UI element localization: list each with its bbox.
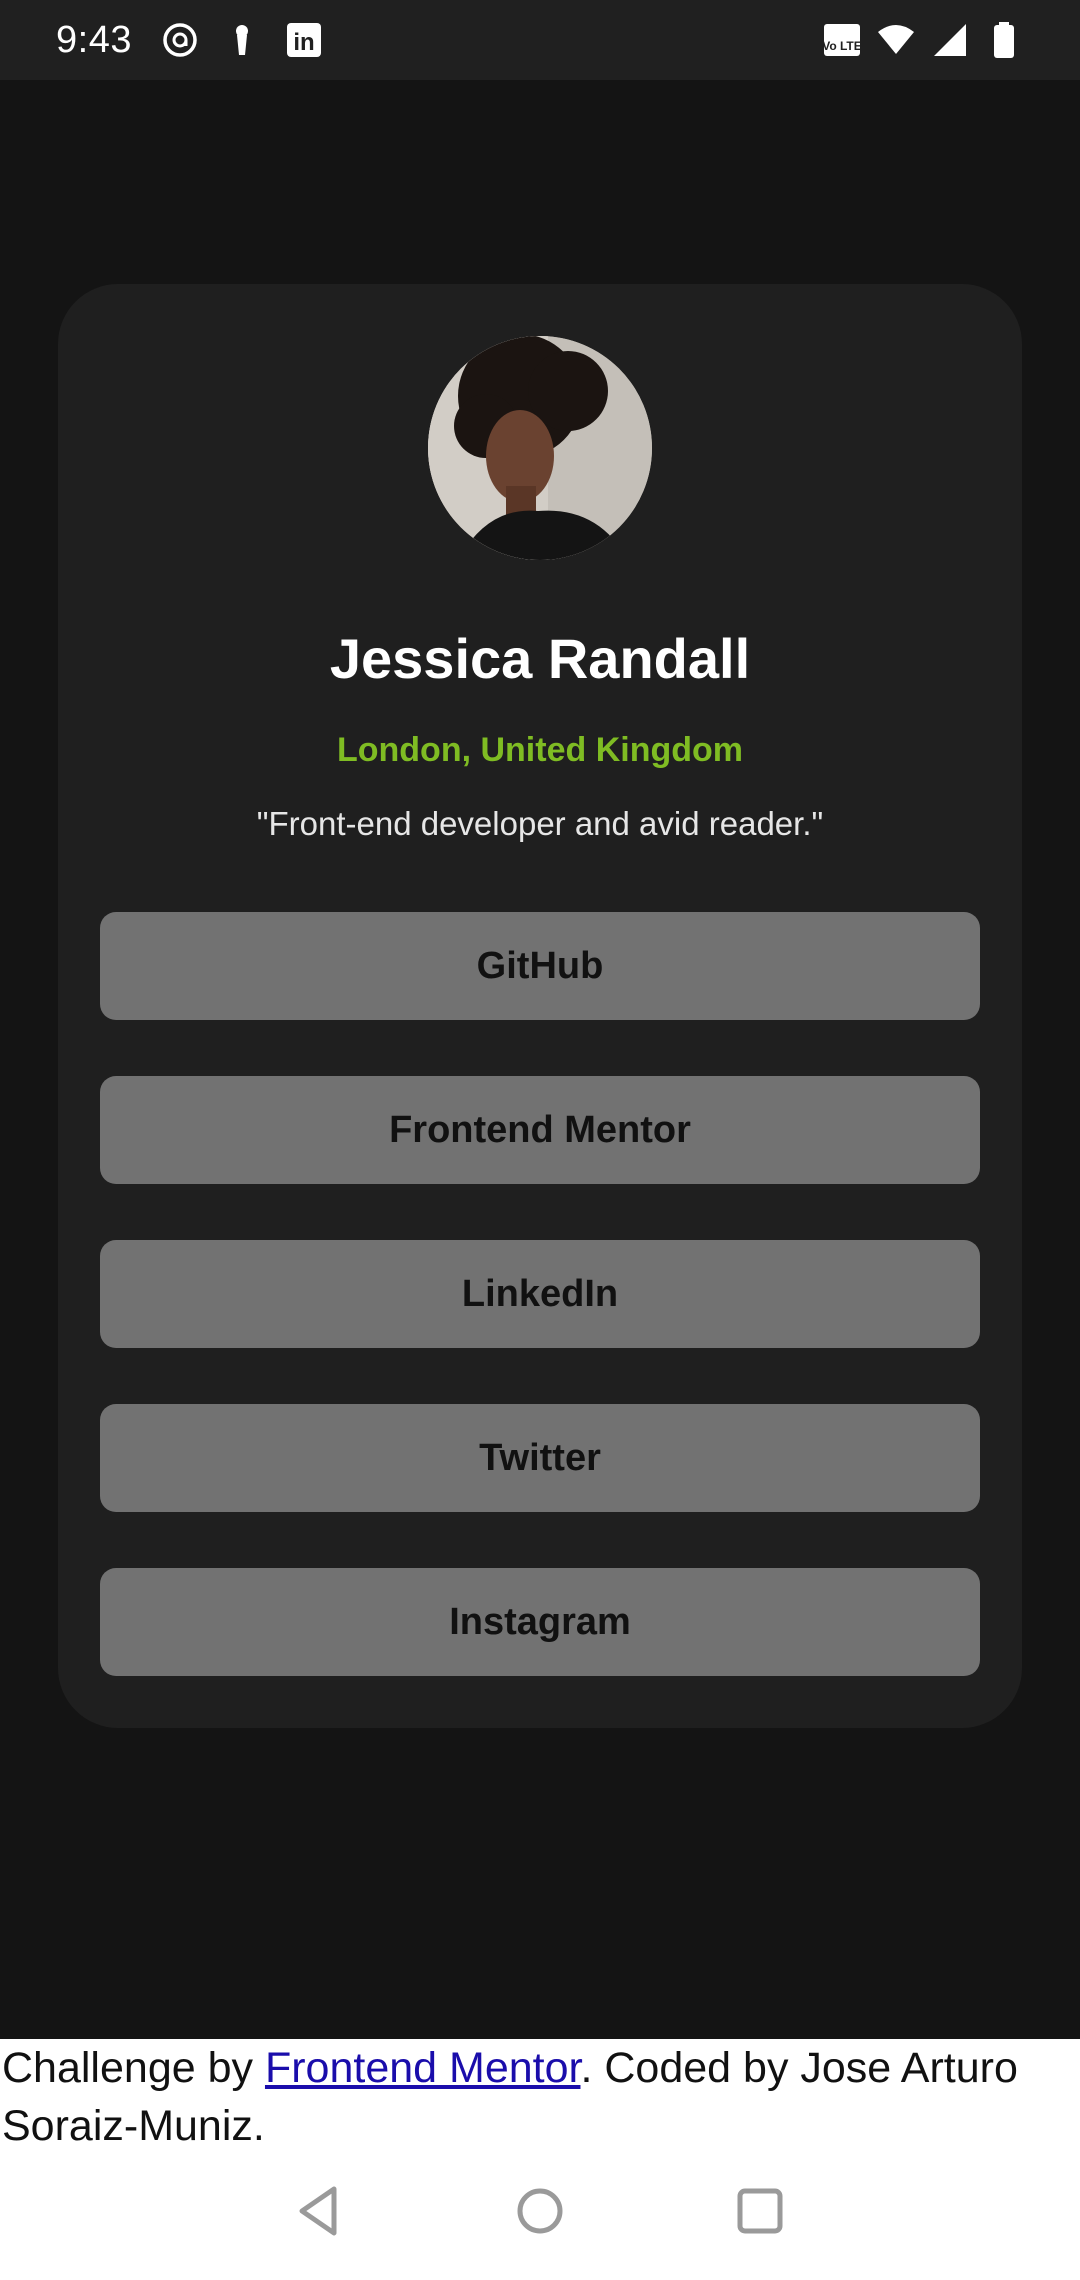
app-content: Jessica Randall London, United Kingdom "… — [0, 80, 1080, 2040]
signal-icon — [930, 20, 970, 60]
status-bar: 9:43 in Vo LTE — [0, 0, 1080, 80]
profile-bio: "Front-end developer and avid reader." — [256, 805, 824, 842]
linkedin-link-button[interactable]: LinkedIn — [100, 1240, 980, 1348]
avatar — [428, 336, 652, 560]
profile-card: Jessica Randall London, United Kingdom "… — [58, 284, 1022, 1728]
back-icon[interactable] — [285, 2176, 355, 2246]
avatar-image — [428, 336, 652, 560]
volte-icon-text: Vo LTE — [822, 39, 862, 53]
wifi-icon — [876, 20, 916, 60]
attribution: Challenge by Frontend Mentor. Coded by J… — [0, 2039, 1080, 2142]
twitter-link-button[interactable]: Twitter — [100, 1404, 980, 1512]
linkedin-icon-text: in — [293, 29, 314, 56]
keyhole-icon — [222, 20, 262, 60]
instagram-link-button[interactable]: Instagram — [100, 1568, 980, 1676]
attribution-prefix: Challenge by — [2, 2044, 265, 2092]
social-links: GitHub Frontend Mentor LinkedIn Twitter … — [100, 912, 980, 1732]
volte-icon: Vo LTE — [822, 20, 862, 60]
profile-name: Jessica Randall — [329, 627, 751, 690]
status-time: 9:43 — [56, 18, 132, 61]
github-link-button[interactable]: GitHub — [100, 912, 980, 1020]
frontend-mentor-link-button[interactable]: Frontend Mentor — [100, 1076, 980, 1184]
navigation-bar — [0, 2142, 1080, 2280]
frontend-mentor-attribution-link[interactable]: Frontend Mentor — [265, 2044, 581, 2092]
recents-icon[interactable] — [725, 2176, 795, 2246]
linkedin-icon: in — [284, 20, 324, 60]
home-icon[interactable] — [505, 2176, 575, 2246]
threads-icon — [160, 20, 200, 60]
profile-location: London, United Kingdom — [336, 731, 744, 769]
status-right: Vo LTE — [822, 20, 1024, 60]
status-left: 9:43 in — [56, 19, 324, 62]
battery-icon — [984, 20, 1024, 60]
